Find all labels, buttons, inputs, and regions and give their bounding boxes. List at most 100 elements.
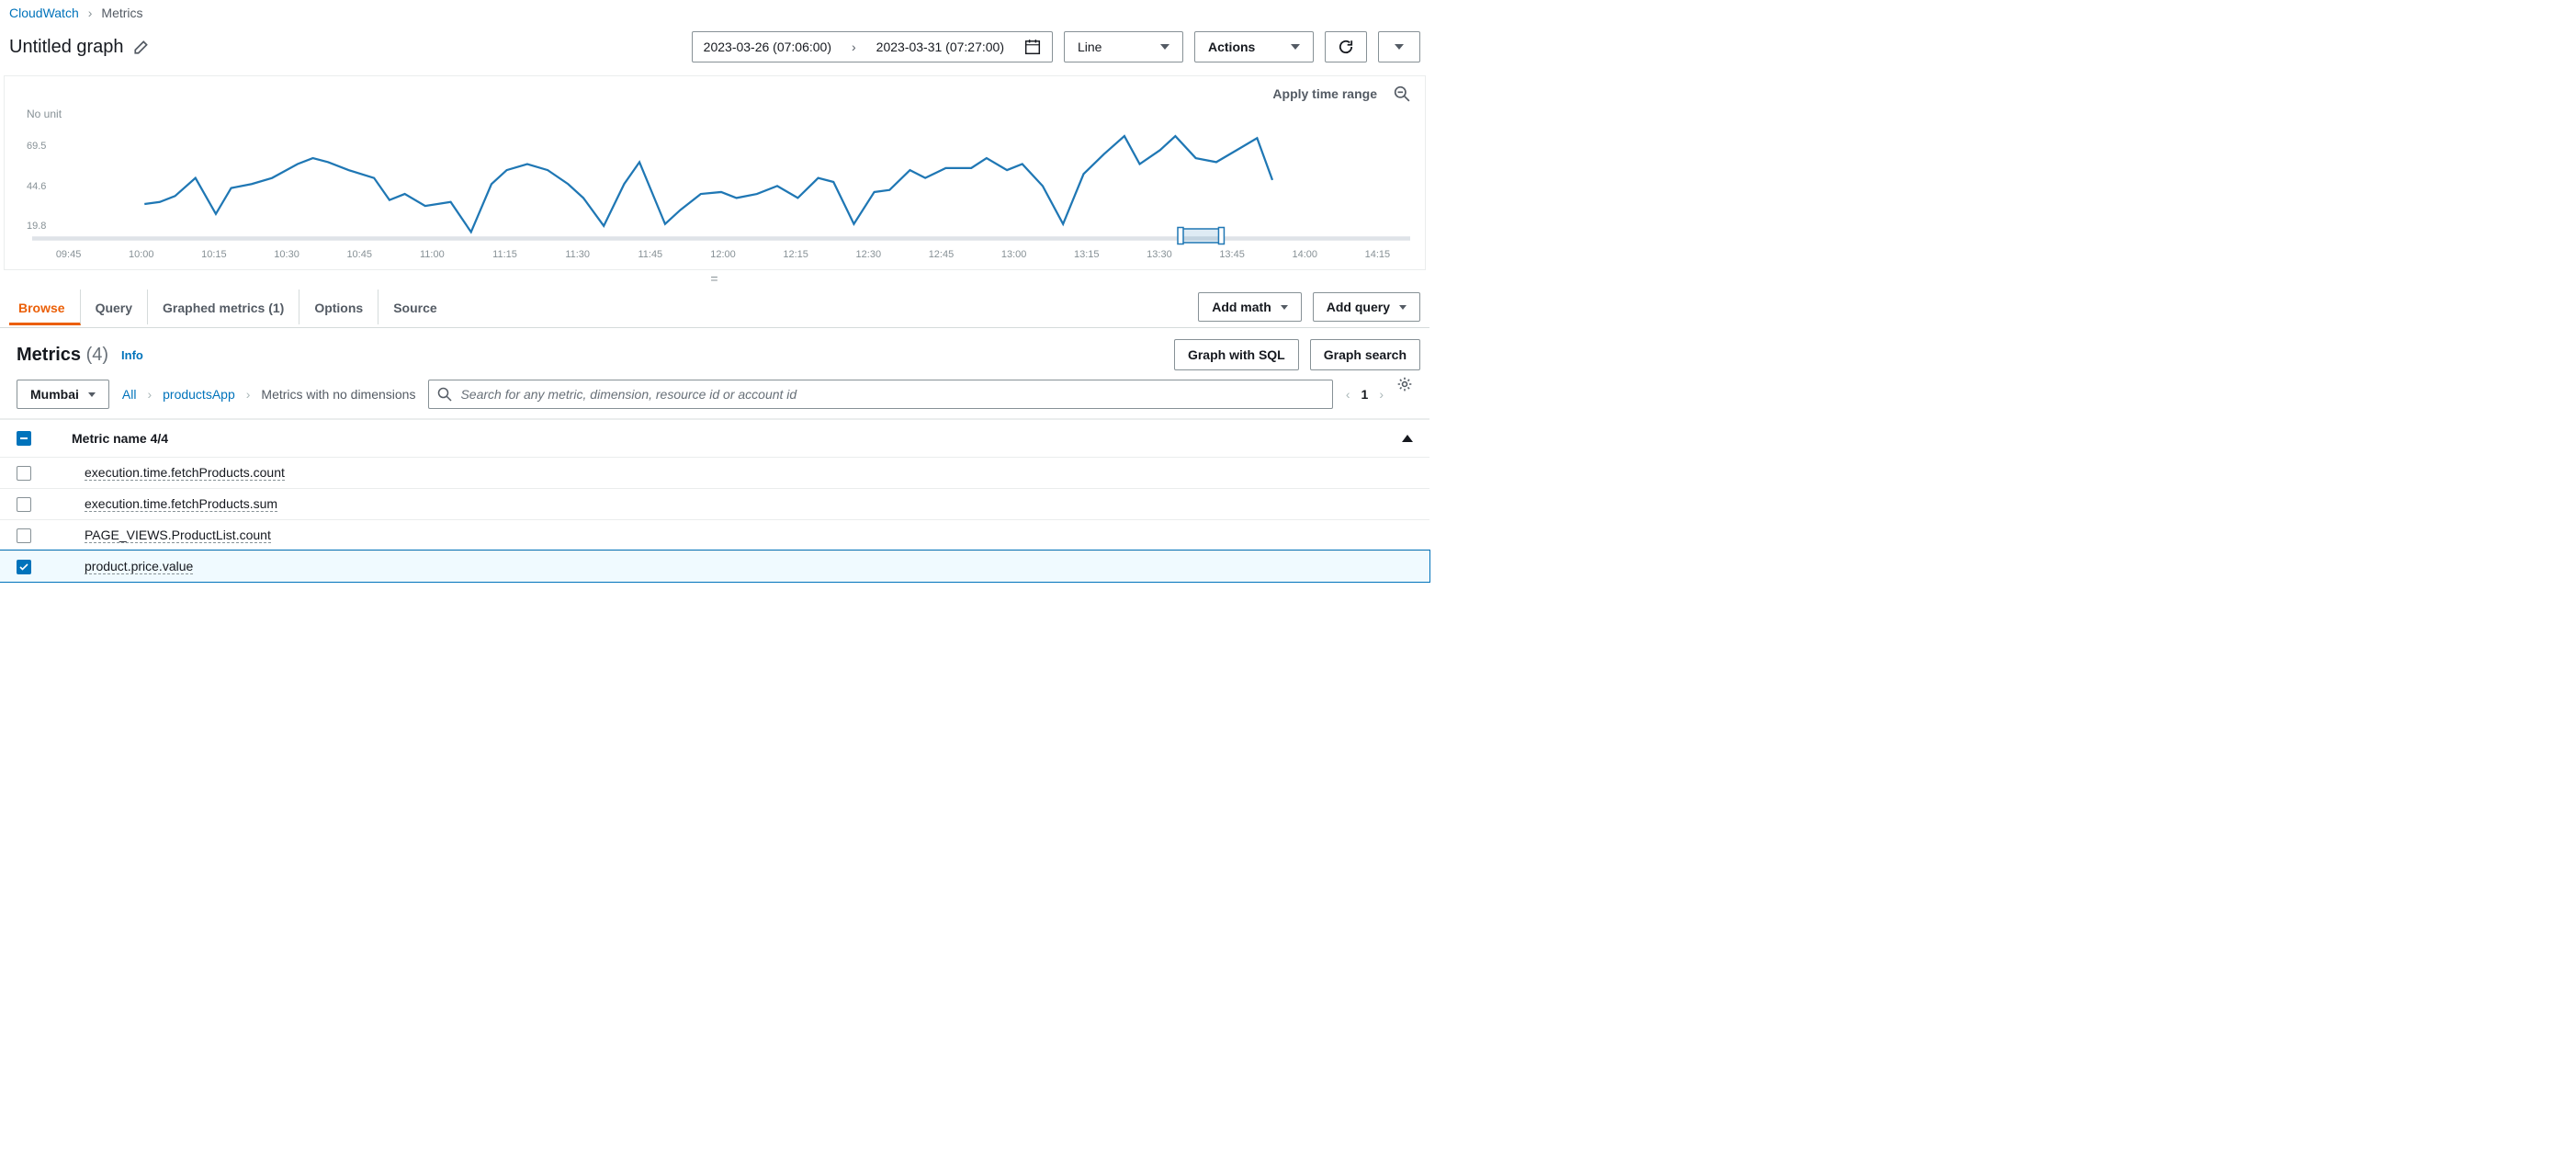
- refresh-icon: [1338, 39, 1354, 55]
- x-tick: 12:30: [832, 249, 905, 260]
- y-tick-0: 19.8: [27, 221, 46, 232]
- tabs-row: Browse Query Graphed metrics (1) Options…: [0, 287, 1429, 328]
- next-page-button[interactable]: ›: [1379, 387, 1384, 402]
- x-tick: 11:45: [614, 249, 686, 260]
- metric-search[interactable]: [428, 380, 1332, 409]
- tabs: Browse Query Graphed metrics (1) Options…: [9, 289, 452, 324]
- x-tick: 13:45: [1196, 249, 1269, 260]
- time-range-to: 2023-03-31 (07:27:00): [876, 40, 1004, 54]
- graph-search-button[interactable]: Graph search: [1310, 339, 1420, 370]
- add-math-label: Add math: [1212, 300, 1271, 314]
- refresh-button[interactable]: [1325, 31, 1367, 62]
- time-range-from: 2023-03-26 (07:06:00): [704, 40, 831, 54]
- table-row[interactable]: product.price.value: [0, 550, 1429, 582]
- tab-browse[interactable]: Browse: [9, 289, 81, 325]
- metric-search-input[interactable]: [428, 380, 1332, 409]
- row-checkbox[interactable]: [17, 560, 31, 574]
- info-link[interactable]: Info: [121, 348, 143, 362]
- breadcrumb-root[interactable]: CloudWatch: [9, 6, 79, 20]
- add-query-label: Add query: [1327, 300, 1390, 314]
- gear-icon[interactable]: [1396, 376, 1413, 392]
- chart-head: Apply time range: [5, 76, 1425, 108]
- time-range-picker[interactable]: 2023-03-26 (07:06:00) › 2023-03-31 (07:2…: [692, 31, 1053, 62]
- tab-options[interactable]: Options: [299, 289, 378, 324]
- prev-page-button[interactable]: ‹: [1346, 387, 1350, 402]
- chevron-right-icon: ›: [88, 6, 93, 20]
- header-row: Untitled graph 2023-03-26 (07:06:00) › 2…: [0, 26, 1429, 75]
- metrics-heading-text: Metrics: [17, 345, 81, 365]
- path-all[interactable]: All: [122, 387, 137, 402]
- row-checkbox[interactable]: [17, 528, 31, 543]
- caret-down-icon: [1399, 305, 1407, 310]
- caret-down-icon: [1395, 44, 1404, 50]
- filter-row: Mumbai All › productsApp › Metrics with …: [0, 380, 1429, 418]
- chart-body[interactable]: No unit 69.5 44.6 19.8: [5, 108, 1425, 245]
- metric-name[interactable]: execution.time.fetchProducts.sum: [85, 496, 277, 512]
- breadcrumb: CloudWatch › Metrics: [0, 0, 1429, 26]
- metric-breadcrumb: All › productsApp › Metrics with no dime…: [122, 387, 416, 402]
- metrics-table: Metric name 4/4 execution.time.fetchProd…: [0, 418, 1429, 583]
- search-icon: [437, 387, 452, 402]
- region-select[interactable]: Mumbai: [17, 380, 109, 409]
- add-query-button[interactable]: Add query: [1313, 292, 1420, 322]
- x-tick: 12:15: [760, 249, 832, 260]
- edit-icon[interactable]: [133, 39, 150, 55]
- breadcrumb-current: Metrics: [101, 6, 142, 20]
- metric-name[interactable]: product.price.value: [85, 559, 193, 574]
- x-tick: 11:30: [541, 249, 614, 260]
- chart-type-value: Line: [1078, 40, 1102, 54]
- page-title: Untitled graph: [9, 37, 150, 58]
- metrics-head: Metrics (4) Info Graph with SQL Graph se…: [0, 328, 1429, 380]
- metrics-heading: Metrics (4): [17, 345, 108, 366]
- tab-source[interactable]: Source: [378, 289, 451, 324]
- page-number: 1: [1361, 387, 1369, 402]
- x-tick: 12:45: [905, 249, 977, 260]
- sort-asc-icon[interactable]: [1402, 435, 1413, 442]
- x-axis: 09:4510:0010:1510:3010:4511:0011:1511:30…: [5, 245, 1425, 269]
- x-tick: 10:30: [250, 249, 322, 260]
- table-row[interactable]: execution.time.fetchProducts.sum: [0, 488, 1429, 519]
- x-tick: 10:00: [105, 249, 177, 260]
- apply-time-range-button[interactable]: Apply time range: [1272, 86, 1377, 101]
- y-axis-unit: No unit: [27, 108, 62, 120]
- path-dimensions: Metrics with no dimensions: [261, 387, 415, 402]
- table-row[interactable]: PAGE_VIEWS.ProductList.count: [0, 519, 1429, 550]
- x-tick: 10:15: [177, 249, 250, 260]
- actions-button[interactable]: Actions: [1194, 31, 1314, 62]
- row-checkbox[interactable]: [17, 466, 31, 481]
- calendar-icon: [1024, 39, 1041, 55]
- pager: ‹ 1 ›: [1346, 387, 1384, 402]
- region-value: Mumbai: [30, 387, 79, 402]
- add-math-button[interactable]: Add math: [1198, 292, 1302, 322]
- path-namespace[interactable]: productsApp: [163, 387, 235, 402]
- chevron-right-icon: ›: [852, 40, 856, 54]
- graph-with-sql-button[interactable]: Graph with SQL: [1174, 339, 1299, 370]
- select-all-checkbox[interactable]: [17, 431, 31, 446]
- x-tick: 13:30: [1123, 249, 1195, 260]
- chart-type-select[interactable]: Line: [1064, 31, 1183, 62]
- tab-query[interactable]: Query: [81, 289, 148, 324]
- x-tick: 11:00: [396, 249, 469, 260]
- split-handle[interactable]: =: [0, 270, 1429, 287]
- col-header-metric-name[interactable]: Metric name 4/4: [48, 431, 168, 446]
- chevron-right-icon: ›: [246, 387, 251, 402]
- metrics-count: (4): [86, 345, 108, 365]
- x-tick: 13:15: [1050, 249, 1123, 260]
- caret-down-icon: [1160, 44, 1169, 50]
- caret-down-icon: [1281, 305, 1288, 310]
- chart-panel: Apply time range No unit 69.5 44.6 19.8 …: [4, 75, 1426, 270]
- graph-title-text: Untitled graph: [9, 37, 124, 58]
- zoom-out-icon[interactable]: [1394, 85, 1410, 102]
- metric-name[interactable]: PAGE_VIEWS.ProductList.count: [85, 528, 271, 543]
- table-header-row: Metric name 4/4: [0, 419, 1429, 457]
- row-checkbox[interactable]: [17, 497, 31, 512]
- refresh-options-button[interactable]: [1378, 31, 1420, 62]
- y-tick-1: 44.6: [27, 181, 46, 192]
- metric-name[interactable]: execution.time.fetchProducts.count: [85, 465, 285, 481]
- caret-down-icon: [1291, 44, 1300, 50]
- x-tick: 11:15: [469, 249, 541, 260]
- x-tick: 13:00: [977, 249, 1050, 260]
- tab-graphed-metrics[interactable]: Graphed metrics (1): [148, 289, 299, 324]
- chevron-right-icon: ›: [147, 387, 152, 402]
- table-row[interactable]: execution.time.fetchProducts.count: [0, 457, 1429, 488]
